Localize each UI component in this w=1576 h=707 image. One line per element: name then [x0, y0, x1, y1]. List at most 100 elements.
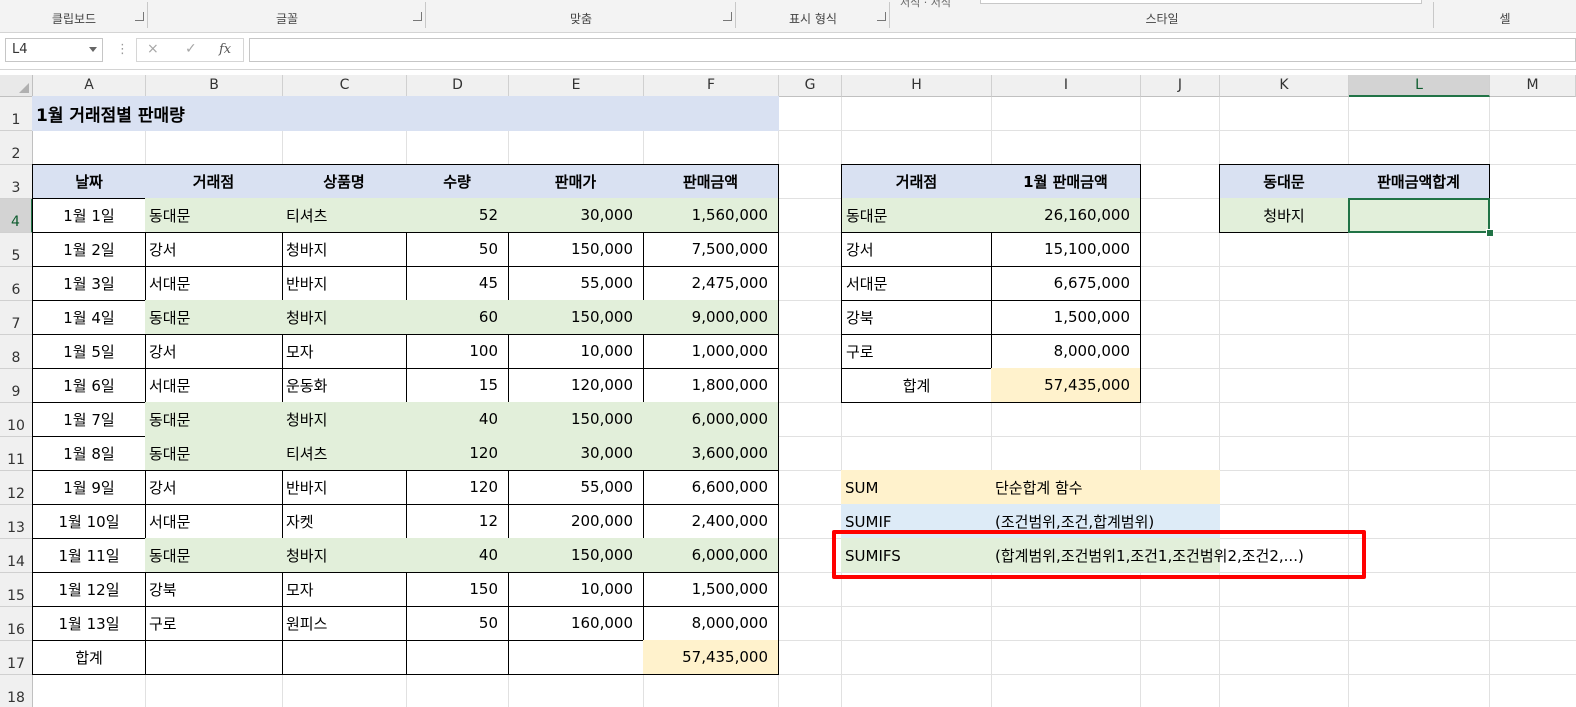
insert-function-icon[interactable]: fx: [219, 42, 231, 57]
row-header-11[interactable]: 11: [0, 437, 33, 471]
worksheet-grid[interactable]: A B C D E F G H I J K L M 1 2 3 4 5 6 7 8 9 10 11 12 13 14 15 16 17 18…: [0, 75, 1576, 707]
column-header-h[interactable]: H: [842, 75, 992, 97]
table-cell[interactable]: 청바지: [282, 232, 407, 267]
dialog-launcher-icon[interactable]: [413, 12, 422, 21]
table-header-cell[interactable]: 판매금액: [643, 164, 779, 199]
table-cell[interactable]: 3,600,000: [643, 436, 779, 471]
table-cell[interactable]: 1월 2일: [32, 232, 146, 267]
note-function-desc[interactable]: 단순합계 함수: [991, 470, 1220, 505]
table-cell[interactable]: 강서: [145, 232, 283, 267]
more-icon[interactable]: ⋮: [116, 42, 129, 57]
table-cell[interactable]: 서대문: [145, 368, 283, 403]
table-cell[interactable]: 서대문: [145, 504, 283, 539]
table-header-cell[interactable]: 상품명: [282, 164, 407, 199]
lookup-header-sum[interactable]: 판매금액합계: [1348, 164, 1490, 199]
table-cell[interactable]: 1월 5일: [32, 334, 146, 369]
formula-input[interactable]: [249, 38, 1576, 62]
table-cell[interactable]: 모자: [282, 334, 407, 369]
table-cell[interactable]: 강북: [145, 572, 283, 607]
column-header-f[interactable]: F: [644, 75, 779, 97]
table-cell[interactable]: 45: [406, 266, 509, 301]
table-cell[interactable]: 10,000: [508, 572, 644, 607]
table-cell[interactable]: 100: [406, 334, 509, 369]
table-cell[interactable]: 50: [406, 232, 509, 267]
table-cell[interactable]: 1월 3일: [32, 266, 146, 301]
name-box[interactable]: L4: [5, 38, 103, 62]
table-cell[interactable]: 1월 7일: [32, 402, 146, 437]
table-cell[interactable]: 1,000,000: [643, 334, 779, 369]
table-cell[interactable]: 1월 13일: [32, 606, 146, 641]
table-cell[interactable]: 150,000: [508, 232, 644, 267]
table-cell[interactable]: 동대문: [145, 538, 283, 573]
row-header-5[interactable]: 5: [0, 233, 33, 267]
summary-store-cell[interactable]: 서대문: [841, 266, 992, 301]
table-cell[interactable]: 청바지: [282, 300, 407, 335]
table-cell[interactable]: 동대문: [145, 300, 283, 335]
table-cell[interactable]: 40: [406, 538, 509, 573]
table-cell[interactable]: 반바지: [282, 470, 407, 505]
column-header-k[interactable]: K: [1220, 75, 1349, 97]
summary-header-cell[interactable]: 거래점: [841, 164, 992, 199]
dialog-launcher-icon[interactable]: [723, 12, 732, 21]
table-cell[interactable]: 150,000: [508, 300, 644, 335]
table-cell[interactable]: 60: [406, 300, 509, 335]
sheet-title[interactable]: 1월 거래점별 판매량: [32, 96, 779, 131]
row-header-3[interactable]: 3: [0, 165, 33, 199]
summary-amount-cell[interactable]: 26,160,000: [991, 198, 1141, 233]
table-cell[interactable]: 8,000,000: [643, 606, 779, 641]
table-cell[interactable]: 10,000: [508, 334, 644, 369]
table-cell[interactable]: 1월 10일: [32, 504, 146, 539]
empty-cell[interactable]: [145, 640, 283, 675]
table-cell[interactable]: 2,400,000: [643, 504, 779, 539]
table-cell[interactable]: 1월 1일: [32, 198, 146, 233]
row-header-4[interactable]: 4: [0, 199, 33, 233]
table-cell[interactable]: 9,000,000: [643, 300, 779, 335]
row-header-18[interactable]: 18: [0, 675, 33, 707]
table-cell[interactable]: 동대문: [145, 402, 283, 437]
row-header-9[interactable]: 9: [0, 369, 33, 403]
row-header-14[interactable]: 14: [0, 539, 33, 573]
dialog-launcher-icon[interactable]: [135, 12, 144, 21]
summary-total-amount[interactable]: 57,435,000: [991, 368, 1141, 403]
active-cell-l4[interactable]: [1348, 198, 1490, 233]
column-header-b[interactable]: B: [146, 75, 283, 97]
table-cell[interactable]: 1월 8일: [32, 436, 146, 471]
table-cell[interactable]: 1월 4일: [32, 300, 146, 335]
empty-cell[interactable]: [508, 640, 644, 675]
table-cell[interactable]: 구로: [145, 606, 283, 641]
column-header-j[interactable]: J: [1141, 75, 1220, 97]
summary-store-cell[interactable]: 구로: [841, 334, 992, 369]
column-header-e[interactable]: E: [509, 75, 644, 97]
column-header-i[interactable]: I: [992, 75, 1141, 97]
row-header-1[interactable]: 1: [0, 97, 33, 131]
table-cell[interactable]: 1월 11일: [32, 538, 146, 573]
summary-store-cell[interactable]: 동대문: [841, 198, 992, 233]
table-cell[interactable]: 1월 6일: [32, 368, 146, 403]
table-cell[interactable]: 150,000: [508, 538, 644, 573]
table-cell[interactable]: 동대문: [145, 198, 283, 233]
table-cell[interactable]: 150,000: [508, 402, 644, 437]
table-cell[interactable]: 6,600,000: [643, 470, 779, 505]
table-cell[interactable]: 120,000: [508, 368, 644, 403]
table-cell[interactable]: 55,000: [508, 266, 644, 301]
chevron-down-icon[interactable]: [89, 47, 97, 52]
table-cell[interactable]: 반바지: [282, 266, 407, 301]
summary-total-label[interactable]: 합계: [841, 368, 992, 403]
row-header-17[interactable]: 17: [0, 641, 33, 675]
summary-header-cell[interactable]: 1월 판매금액: [991, 164, 1141, 199]
table-cell[interactable]: 120: [406, 436, 509, 471]
summary-store-cell[interactable]: 강서: [841, 232, 992, 267]
enter-icon[interactable]: ✓: [185, 41, 197, 57]
table-cell[interactable]: 30,000: [508, 198, 644, 233]
table-header-cell[interactable]: 날짜: [32, 164, 146, 199]
table-cell[interactable]: 자켓: [282, 504, 407, 539]
row-header-12[interactable]: 12: [0, 471, 33, 505]
table-header-cell[interactable]: 판매가: [508, 164, 644, 199]
table-cell[interactable]: 55,000: [508, 470, 644, 505]
table-cell[interactable]: 모자: [282, 572, 407, 607]
summary-amount-cell[interactable]: 6,675,000: [991, 266, 1141, 301]
summary-amount-cell[interactable]: 8,000,000: [991, 334, 1141, 369]
row-header-8[interactable]: 8: [0, 335, 33, 369]
column-header-l[interactable]: L: [1349, 75, 1490, 97]
total-amount-cell[interactable]: 57,435,000: [643, 640, 779, 675]
